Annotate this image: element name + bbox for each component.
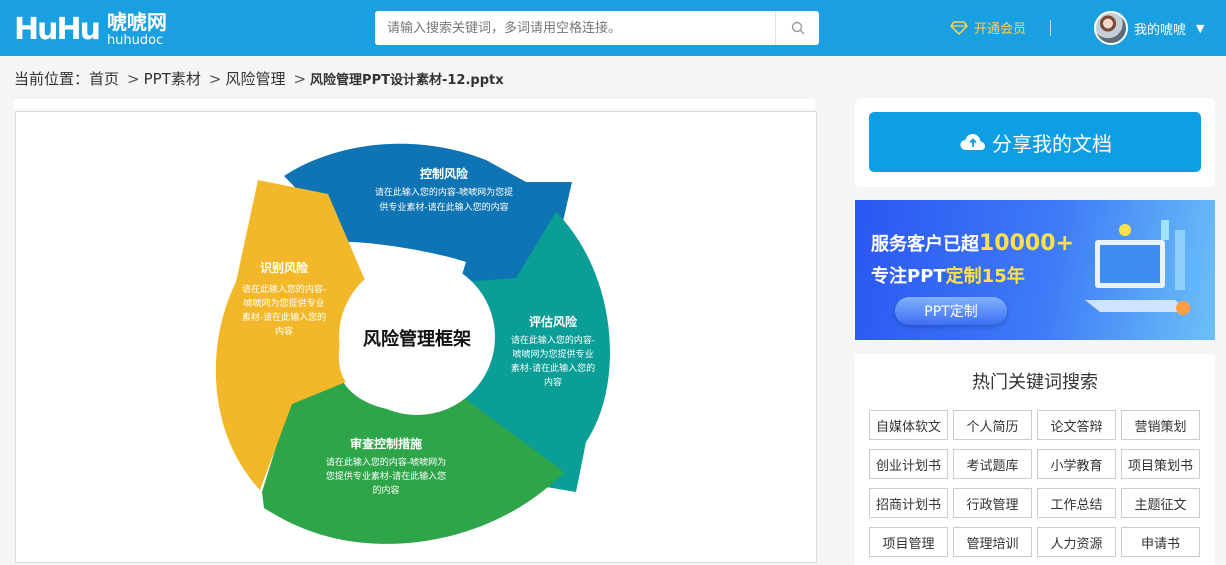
breadcrumb-prefix: 当前位置： [14, 70, 90, 88]
vip-link[interactable]: 开通会员 [950, 18, 1026, 37]
keyword-tag[interactable]: 考试题库 [953, 449, 1032, 479]
logo-en: huhudoc [106, 32, 164, 48]
banner-line2: 专注PPT定制15年 [871, 262, 1025, 288]
keywords-title: 热门关键词搜索 [972, 372, 1098, 393]
segment-text-control-2: 供专业素材-请在此输入您的内容 [379, 201, 508, 213]
promo-banner[interactable]: 服务客户已超10000+ 专注PPT定制15年 PPT定制 [855, 200, 1215, 340]
segment-text-identify-1: 请在此输入您的内容- [242, 283, 326, 295]
logo-mark: HuHu [14, 11, 101, 47]
avatar [1094, 11, 1128, 45]
breadcrumb-separator: > [293, 69, 307, 88]
hot-keywords-panel: 热门关键词搜索 自媒体软文 个人简历 论文答辩 营销策划 创业计划书 考试题库 … [855, 354, 1215, 565]
center-title: 风险管理框架 [363, 328, 471, 350]
keyword-tag[interactable]: 管理培训 [953, 527, 1032, 557]
logo-text: 唬唬网 huhudoc [107, 12, 167, 47]
preview-top-strip [14, 99, 815, 109]
header-divider [1050, 20, 1051, 36]
segment-title-assess: 评估风险 [529, 314, 578, 329]
keyword-tag[interactable]: 项目管理 [869, 527, 948, 557]
keyword-tag[interactable]: 个人简历 [953, 410, 1032, 440]
banner-line2-prefix: 专注PPT [871, 266, 946, 287]
share-label: 分享我的文档 [992, 131, 1112, 156]
share-card: 分享我的文档 [855, 98, 1215, 187]
segment-text-review-3: 的内容 [372, 484, 399, 496]
segment-text-review-2: 您提供专业素材-请在此输入您 [326, 470, 446, 482]
segment-text-identify-2: 唬唬网为您提供专业 [243, 297, 324, 309]
segment-text-identify-3: 素材-请在此输入您的 [242, 311, 326, 323]
site-logo[interactable]: HuHu 唬唬网 huhudoc [14, 10, 167, 48]
cloud-upload-icon [960, 134, 985, 150]
keyword-tag[interactable]: 工作总结 [1037, 488, 1116, 518]
segment-title-review: 审查控制措施 [350, 436, 422, 451]
banner-line1-highlight: 10000+ [979, 231, 1074, 256]
breadcrumb-current: 风险管理PPT设计素材-12.pptx [310, 73, 504, 88]
banner-illustration [1085, 220, 1199, 315]
breadcrumb-item-risk[interactable]: 风险管理 [225, 68, 285, 89]
segment-text-control-1: 请在此输入您的内容-唬唬网为您提 [375, 186, 513, 198]
breadcrumb: 当前位置： 首页 > PPT素材 > 风险管理 > 风险管理PPT设计素材-12… [14, 68, 504, 89]
keyword-tag[interactable]: 创业计划书 [869, 449, 948, 479]
segment-text-identify-4: 内容 [275, 325, 293, 337]
segment-text-assess-2: 唬唬网为您提供专业 [512, 348, 593, 360]
top-header: HuHu 唬唬网 huhudoc 开通会员 我的唬唬 ▼ [0, 0, 1226, 56]
breadcrumb-item-ppt[interactable]: PPT素材 [144, 68, 201, 89]
keyword-tag[interactable]: 营销策划 [1121, 410, 1200, 440]
search-input[interactable] [375, 11, 775, 45]
share-document-button[interactable]: 分享我的文档 [869, 112, 1201, 172]
document-preview: 风险管理框架 控制风险 请在此输入您的内容-唬唬网为您提 供专业素材-请在此输入… [15, 111, 817, 563]
chevron-down-icon: ▼ [1196, 21, 1205, 35]
user-name: 我的唬唬 [1134, 22, 1187, 38]
banner-line1-prefix: 服务客户已超 [871, 234, 979, 255]
segment-text-assess-1: 请在此输入您的内容- [511, 334, 595, 346]
breadcrumb-item-home[interactable]: 首页 [89, 68, 119, 89]
breadcrumb-separator: > [127, 69, 140, 88]
search-bar [375, 11, 819, 45]
banner-line2-highlight: 定制15年 [945, 266, 1025, 287]
keyword-tag[interactable]: 人力资源 [1037, 527, 1116, 557]
segment-title-control: 控制风险 [420, 166, 469, 181]
risk-cycle-diagram: 风险管理框架 控制风险 请在此输入您的内容-唬唬网为您提 供专业素材-请在此输入… [215, 143, 610, 544]
search-icon [791, 21, 804, 35]
vip-label: 开通会员 [974, 22, 1027, 37]
segment-text-review-1: 请在此输入您的内容-唬唬网为 [326, 456, 446, 468]
keyword-tag[interactable]: 主题征文 [1121, 488, 1200, 518]
keyword-tag[interactable]: 小学教育 [1037, 449, 1116, 479]
banner-button[interactable]: PPT定制 [895, 297, 1007, 325]
breadcrumb-separator: > [208, 69, 222, 88]
keyword-tag[interactable]: 项目策划书 [1121, 449, 1200, 479]
banner-line1: 服务客户已超10000+ [871, 230, 1074, 256]
keyword-tag[interactable]: 招商计划书 [869, 488, 948, 518]
keyword-tag[interactable]: 申请书 [1121, 527, 1200, 557]
keywords-grid: 自媒体软文 个人简历 论文答辩 营销策划 创业计划书 考试题库 小学教育 项目策… [869, 410, 1203, 557]
keyword-tag[interactable]: 论文答辩 [1037, 410, 1116, 440]
user-menu[interactable]: 我的唬唬 ▼ [1094, 11, 1204, 45]
keyword-tag[interactable]: 自媒体软文 [869, 410, 948, 440]
search-button[interactable] [775, 11, 819, 45]
segment-title-identify: 识别风险 [260, 260, 309, 275]
logo-cn: 唬唬网 [106, 9, 167, 34]
diamond-icon [950, 20, 968, 35]
segment-text-assess-4: 内容 [544, 376, 562, 388]
keyword-tag[interactable]: 行政管理 [953, 488, 1032, 518]
segment-text-assess-3: 素材-请在此输入您的 [511, 362, 595, 374]
